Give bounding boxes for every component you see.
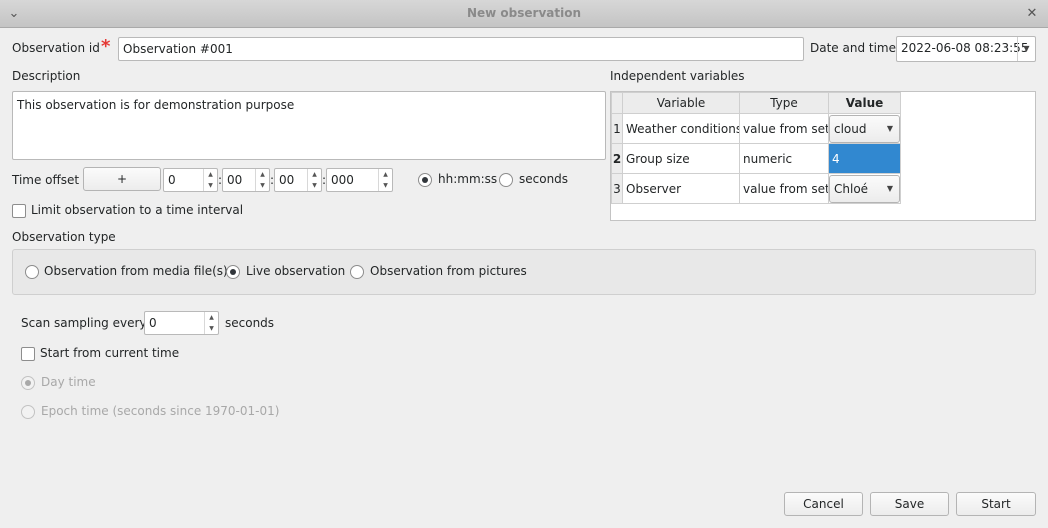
group-size-value-cell[interactable]: 4 [828, 143, 901, 174]
offset-minutes-value: 00 [227, 173, 243, 187]
epoch-time-radio[interactable] [21, 405, 35, 419]
limit-interval-checkbox[interactable] [12, 204, 26, 218]
start-current-time-label: Start from current time [40, 346, 180, 360]
pictures-radio[interactable] [350, 265, 364, 279]
type-cell[interactable]: value from set [739, 113, 829, 144]
window-title: New observation [466, 6, 582, 20]
chevron-down-icon: ▼ [886, 183, 893, 193]
date-time-value: 2022-06-08 08:23:55 [901, 41, 1029, 55]
variables-table-panel[interactable]: Variable Type Value 1 Weather conditions… [610, 91, 1036, 221]
offset-milliseconds-value: 000 [331, 173, 354, 187]
value-cell[interactable]: cloud ▼ [828, 113, 901, 144]
offset-hours-value: 0 [168, 173, 176, 187]
row-number: 1 [611, 113, 623, 144]
scan-sampling-spinbox[interactable]: 0 ▲ ▼ [144, 311, 219, 335]
offset-hours-spinbox[interactable]: 0 ▲ ▼ [163, 168, 218, 192]
table-row[interactable]: 3 Observer value from set Chloé ▼ [611, 173, 901, 204]
pictures-label: Observation from pictures [370, 264, 527, 278]
observer-value-combo[interactable]: Chloé ▼ [829, 174, 900, 203]
spin-arrows-icon[interactable]: ▲ ▼ [378, 169, 392, 191]
value-cell[interactable]: Chloé ▼ [828, 173, 901, 204]
date-time-label: Date and time [810, 41, 896, 55]
day-time-radio[interactable] [21, 376, 35, 390]
chevron-down-icon: ▼ [886, 123, 893, 133]
close-icon[interactable]: ✕ [1022, 4, 1042, 24]
start-button[interactable]: Start [956, 492, 1036, 516]
media-file-label: Observation from media file(s) [44, 264, 228, 278]
weather-value-combo[interactable]: cloud ▼ [829, 114, 900, 143]
cancel-button[interactable]: Cancel [784, 492, 863, 516]
chevron-down-icon[interactable]: ▼ [1017, 37, 1035, 61]
scan-sampling-value: 0 [149, 316, 157, 330]
time-offset-label: Time offset [12, 173, 80, 187]
spin-arrows-icon[interactable]: ▲ ▼ [204, 312, 218, 334]
variables-table: Variable Type Value 1 Weather conditions… [611, 92, 901, 204]
spin-arrows-icon[interactable]: ▲ ▼ [203, 169, 217, 191]
offset-milliseconds-spinbox[interactable]: 000 ▲ ▼ [326, 168, 393, 192]
media-file-radio[interactable] [25, 265, 39, 279]
save-button[interactable]: Save [870, 492, 949, 516]
format-seconds-label: seconds [519, 172, 569, 186]
description-textarea[interactable]: This observation is for demonstration pu… [12, 91, 606, 160]
column-header-variable[interactable]: Variable [622, 92, 740, 114]
observation-type-label: Observation type [12, 230, 116, 244]
variable-cell[interactable]: Weather conditions [622, 113, 740, 144]
row-number: 2 [611, 143, 623, 174]
table-corner [611, 92, 623, 114]
type-cell[interactable]: value from set [739, 173, 829, 204]
title-bar[interactable]: ⌄ New observation ✕ [0, 0, 1048, 28]
date-time-input[interactable]: 2022-06-08 08:23:55 ▼ [896, 36, 1036, 62]
observation-id-input[interactable]: Observation #001 [118, 37, 804, 61]
day-time-label: Day time [41, 375, 96, 389]
limit-interval-label: Limit observation to a time interval [31, 203, 244, 217]
epoch-time-label: Epoch time (seconds since 1970-01-01) [41, 404, 280, 418]
format-hhmmss-radio[interactable] [418, 173, 432, 187]
table-row[interactable]: 2 Group size numeric 4 [611, 143, 901, 174]
description-label: Description [12, 69, 81, 83]
variable-cell[interactable]: Observer [622, 173, 740, 204]
scan-sampling-label: Scan sampling every [21, 316, 147, 330]
format-hhmmss-label: hh:mm:ss [438, 172, 498, 186]
start-current-time-checkbox[interactable] [21, 347, 35, 361]
variable-cell[interactable]: Group size [622, 143, 740, 174]
independent-variables-title: Independent variables [610, 69, 745, 83]
scan-sampling-unit: seconds [225, 316, 275, 330]
row-number: 3 [611, 173, 623, 204]
observation-id-label: Observation id [12, 41, 100, 55]
combo-value: cloud [834, 121, 867, 136]
offset-seconds-value: 00 [279, 173, 295, 187]
column-header-type[interactable]: Type [739, 92, 829, 114]
type-cell[interactable]: numeric [739, 143, 829, 174]
table-row[interactable]: 1 Weather conditions value from set clou… [611, 113, 901, 144]
column-header-value[interactable]: Value [828, 92, 901, 114]
format-seconds-radio[interactable] [499, 173, 513, 187]
offset-minutes-spinbox[interactable]: 00 ▲ ▼ [222, 168, 270, 192]
combo-value: Chloé [834, 181, 869, 196]
spin-arrows-icon[interactable]: ▲ ▼ [255, 169, 269, 191]
live-observation-radio[interactable] [226, 265, 240, 279]
required-asterisk: * [101, 36, 111, 57]
offset-seconds-spinbox[interactable]: 00 ▲ ▼ [274, 168, 322, 192]
spin-arrows-icon[interactable]: ▲ ▼ [307, 169, 321, 191]
live-observation-label: Live observation [246, 264, 346, 278]
offset-sign-button[interactable]: + [83, 167, 161, 191]
